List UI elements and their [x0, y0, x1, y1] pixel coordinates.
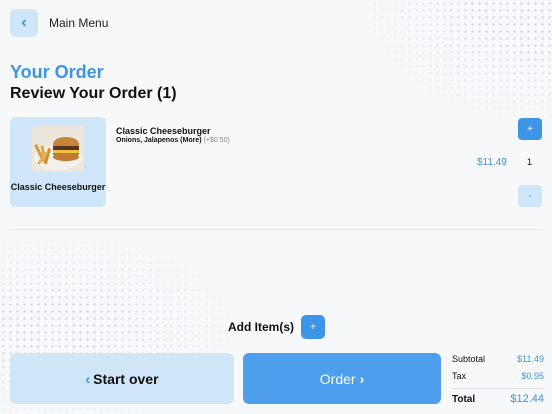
subtotal-row: Subtotal $11.49: [452, 354, 544, 371]
order-totals: Subtotal $11.49 Tax $0.95 Total $12.44: [452, 354, 544, 410]
item-name: Classic Cheeseburger: [116, 126, 211, 136]
total-row: Total $12.44: [452, 388, 544, 410]
total-value: $12.44: [510, 393, 544, 405]
item-quantity: 1: [527, 157, 533, 167]
order-label: Order: [319, 370, 356, 387]
modifier-list: Onions, Jalapenos (More): [116, 137, 202, 144]
tax-value: $0.95: [521, 371, 544, 381]
plus-icon: +: [310, 321, 316, 333]
order-button[interactable]: Order ›: [243, 353, 441, 404]
start-over-label: Start over: [93, 370, 159, 387]
item-card[interactable]: Classic Cheeseburger: [10, 117, 106, 207]
cheeseburger-image: [32, 126, 84, 172]
main-menu-link[interactable]: Main Menu: [49, 16, 108, 30]
increase-quantity-button[interactable]: +: [518, 118, 542, 140]
chevron-right-icon: ›: [359, 370, 365, 387]
chevron-left-icon: ‹: [85, 370, 91, 387]
tax-label: Tax: [452, 371, 467, 381]
back-button[interactable]: ‹: [10, 9, 38, 37]
plus-icon: +: [527, 123, 533, 135]
total-label: Total: [452, 394, 476, 405]
divider: [10, 229, 542, 230]
page-title: Your Order: [10, 62, 104, 82]
subtotal-value: $11.49: [517, 354, 544, 364]
chevron-left-icon: ‹: [21, 14, 27, 31]
tax-row: Tax $0.95: [452, 371, 544, 388]
item-modifiers: Onions, Jalapenos (More) (+$0.50): [116, 137, 230, 144]
item-price: $11.49: [477, 157, 507, 168]
start-over-button[interactable]: ‹ Start over: [10, 353, 234, 404]
add-item-button[interactable]: +: [301, 315, 325, 339]
add-items-label: Add Item(s): [228, 320, 294, 334]
review-order-heading: Review Your Order (1): [10, 85, 177, 102]
decrease-quantity-button[interactable]: -: [518, 185, 542, 207]
item-card-label: Classic Cheeseburger: [10, 182, 106, 192]
modifier-price: (+$0.50): [203, 137, 230, 144]
minus-icon: -: [528, 190, 532, 202]
subtotal-label: Subtotal: [452, 354, 486, 364]
